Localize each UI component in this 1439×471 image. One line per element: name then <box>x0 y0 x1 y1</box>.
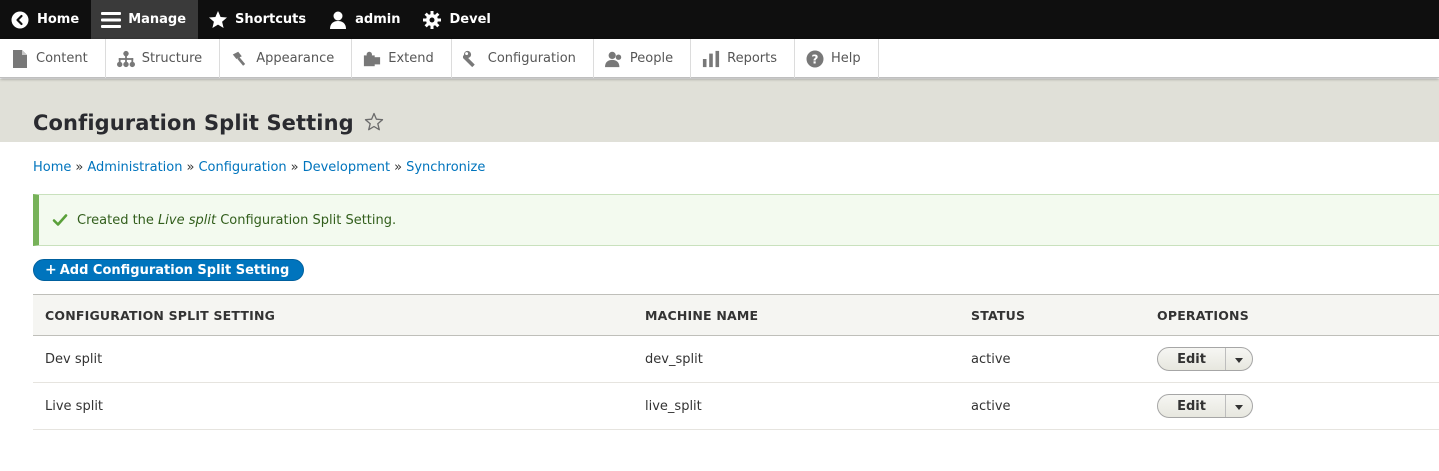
tray-item-label: Reports <box>727 51 777 66</box>
toolbar-item-user[interactable]: admin <box>318 0 412 39</box>
toolbar-item-home[interactable]: Home <box>0 0 91 39</box>
breadcrumb-link-configuration[interactable]: Configuration <box>198 160 286 175</box>
shortcut-star-icon[interactable] <box>364 112 384 132</box>
toolbar-item-label: Manage <box>128 12 187 27</box>
cell-machine-name: live_split <box>633 382 959 430</box>
status-emphasis: Live split <box>158 212 217 228</box>
tray-item-label: Extend <box>388 51 434 66</box>
cell-name: Dev split <box>33 335 633 383</box>
breadcrumb-separator: » <box>394 160 403 175</box>
tray-item-label: Appearance <box>256 51 335 66</box>
breadcrumb-link-home[interactable]: Home <box>33 160 71 175</box>
hamburger-icon <box>101 10 122 30</box>
cell-status: active <box>959 382 1145 430</box>
tray-item-people[interactable]: People <box>594 39 692 78</box>
status-text: Created the Live split Configuration Spl… <box>77 212 397 228</box>
config-split-table: Configuration Split Setting Machine name… <box>33 294 1439 430</box>
dropbutton-toggle[interactable] <box>1226 395 1252 417</box>
cell-name: Live split <box>33 382 633 430</box>
admin-toolbar: Home Manage Shortcuts admin Devel <box>0 0 1439 39</box>
edit-button[interactable]: Edit <box>1158 395 1226 417</box>
operations-dropbutton: Edit <box>1157 347 1253 371</box>
cell-machine-name: dev_split <box>633 335 959 383</box>
toolbar-item-label: admin <box>355 12 401 27</box>
page-title: Configuration Split Setting <box>33 111 354 135</box>
toolbar-item-devel[interactable]: Devel <box>412 0 502 39</box>
tray-item-label: Structure <box>141 51 203 66</box>
admin-menu-tray: Content Structure Appearance Extend Conf… <box>0 39 1439 78</box>
table-row: Live split live_split active Edit <box>33 382 1439 430</box>
column-header-machine-name: Machine name <box>633 294 959 336</box>
breadcrumb-link-synchronize[interactable]: Synchronize <box>406 160 485 175</box>
tray-item-structure[interactable]: Structure <box>106 39 221 78</box>
breadcrumb: Home» Administration» Configuration» Develo… <box>33 160 485 175</box>
column-header-status: Status <box>959 294 1145 336</box>
plus-icon: + <box>45 262 57 278</box>
breadcrumb-separator: » <box>75 160 84 175</box>
toolbar-item-manage[interactable]: Manage <box>91 0 199 39</box>
column-header-operations: Operations <box>1145 294 1439 336</box>
svg-text:?: ? <box>812 52 819 66</box>
cell-operations: Edit <box>1145 335 1439 383</box>
status-message: Created the Live split Configuration Spl… <box>33 194 1439 246</box>
tray-item-label: Content <box>36 51 88 66</box>
cell-status: active <box>959 335 1145 383</box>
bar-chart-icon <box>702 50 720 68</box>
sitemap-icon <box>116 50 135 68</box>
tray-item-appearance[interactable]: Appearance <box>220 39 353 78</box>
table-row: Dev split dev_split active Edit <box>33 335 1439 383</box>
table-header-row: Configuration Split Setting Machine name… <box>33 294 1439 336</box>
tray-item-extend[interactable]: Extend <box>352 39 452 78</box>
tray-item-content[interactable]: Content <box>0 39 106 78</box>
tray-item-label: People <box>629 51 674 66</box>
add-button-label: Add Configuration Split Setting <box>59 262 290 278</box>
puzzle-icon <box>363 50 381 68</box>
breadcrumb-link-administration[interactable]: Administration <box>87 160 182 175</box>
paintbrush-icon <box>231 50 249 68</box>
tray-item-label: Configuration <box>487 51 576 66</box>
add-config-split-button[interactable]: + Add Configuration Split Setting <box>33 259 305 281</box>
file-icon <box>11 49 29 68</box>
page-header: Configuration Split Setting <box>0 79 1439 142</box>
dropbutton-toggle[interactable] <box>1226 348 1252 370</box>
toolbar-item-label: Shortcuts <box>235 12 307 27</box>
gear-icon <box>422 10 442 30</box>
breadcrumb-separator: » <box>290 160 299 175</box>
tray-item-configuration[interactable]: Configuration <box>452 39 594 78</box>
operations-dropbutton: Edit <box>1157 394 1253 418</box>
chevron-left-circle-icon <box>10 10 30 30</box>
edit-button[interactable]: Edit <box>1158 348 1226 370</box>
tray-item-reports[interactable]: Reports <box>691 39 795 78</box>
star-icon <box>208 10 228 30</box>
check-icon <box>52 212 68 228</box>
breadcrumb-separator: » <box>186 160 195 175</box>
cell-operations: Edit <box>1145 382 1439 430</box>
toolbar-item-shortcuts[interactable]: Shortcuts <box>198 0 318 39</box>
breadcrumb-link-development[interactable]: Development <box>303 160 391 175</box>
tray-item-label: Help <box>831 51 861 66</box>
user-icon <box>328 10 348 30</box>
toolbar-item-label: Home <box>37 12 80 27</box>
tray-item-help[interactable]: ? Help <box>795 39 879 78</box>
wrench-icon <box>462 50 481 68</box>
caret-down-icon <box>1235 352 1243 367</box>
toolbar-item-label: Devel <box>449 12 491 27</box>
help-icon: ? <box>806 50 824 68</box>
column-header-name: Configuration Split Setting <box>33 294 633 336</box>
people-icon <box>604 50 623 68</box>
caret-down-icon <box>1235 399 1243 414</box>
